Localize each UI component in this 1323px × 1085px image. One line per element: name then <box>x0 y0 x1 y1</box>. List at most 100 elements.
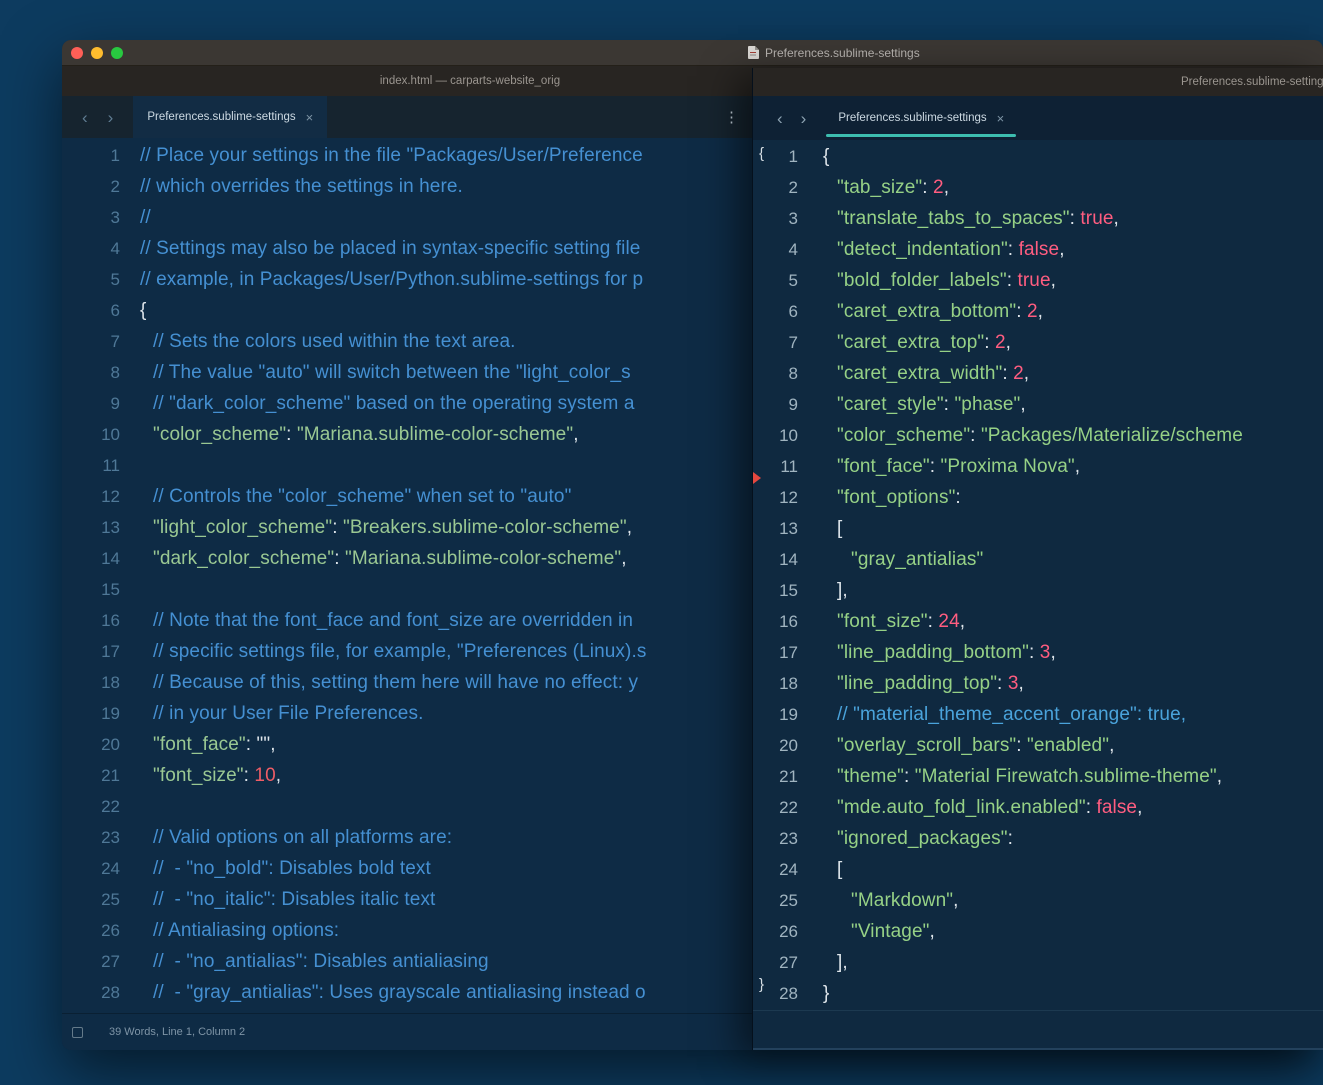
code-line[interactable]: 8"caret_extra_width": 2, <box>753 358 1323 389</box>
code-text: "color_scheme": "Mariana.sublime-color-s… <box>120 424 579 446</box>
line-number: 14 <box>753 550 798 570</box>
tab-close-icon[interactable]: × <box>997 111 1005 126</box>
code-line[interactable]: 5"bold_folder_labels": true, <box>753 265 1323 296</box>
code-line[interactable]: 23"ignored_packages": <box>753 823 1323 854</box>
code-line[interactable]: 24[ <box>753 854 1323 885</box>
line-number: 8 <box>62 363 120 383</box>
code-line[interactable]: 18"line_padding_top": 3, <box>753 668 1323 699</box>
code-text: "caret_extra_width": 2, <box>798 363 1029 385</box>
status-indicator-icon[interactable] <box>72 1027 83 1038</box>
code-text: "overlay_scroll_bars": "enabled", <box>798 735 1114 757</box>
line-number: 26 <box>62 921 120 941</box>
code-line[interactable]: 9"caret_style": "phase", <box>753 389 1323 420</box>
line-number: 22 <box>753 798 798 818</box>
nav-forward-button[interactable]: › <box>108 109 114 126</box>
titlebar[interactable]: Preferences.sublime-settings <box>62 40 1323 66</box>
right-editor-lines: 1{2"tab_size": 2,3"translate_tabs_to_spa… <box>753 141 1323 1009</box>
code-line[interactable]: 21"theme": "Material Firewatch.sublime-t… <box>753 761 1323 792</box>
code-text: } <box>798 983 829 1005</box>
line-number: 13 <box>753 519 798 539</box>
line-number: 19 <box>62 704 120 724</box>
minimize-button[interactable] <box>91 47 103 59</box>
code-line[interactable]: 26"Vintage", <box>753 916 1323 947</box>
line-number: 17 <box>62 642 120 662</box>
code-text: "caret_extra_bottom": 2, <box>798 301 1043 323</box>
code-text: // which overrides the settings in here. <box>120 176 463 198</box>
line-number: 13 <box>62 518 120 538</box>
code-text: "bold_folder_labels": true, <box>798 270 1056 292</box>
code-line[interactable]: 14"gray_antialias" <box>753 544 1323 575</box>
code-line[interactable]: 22"mde.auto_fold_link.enabled": false, <box>753 792 1323 823</box>
code-text: // in your User File Preferences. <box>120 703 423 725</box>
code-text: // example, in Packages/User/Python.subl… <box>120 269 643 291</box>
nav-forward-button[interactable]: › <box>801 110 807 127</box>
line-number: 26 <box>753 922 798 942</box>
nav-back-button[interactable]: ‹ <box>777 110 783 127</box>
code-text: "line_padding_top": 3, <box>798 673 1024 695</box>
line-number: 7 <box>62 332 120 352</box>
status-text: 39 Words, Line 1, Column 2 <box>109 1026 245 1038</box>
code-text: "translate_tabs_to_spaces": true, <box>798 208 1119 230</box>
zoom-button[interactable] <box>111 47 123 59</box>
line-number: 15 <box>62 580 120 600</box>
tab-preferences-user[interactable]: Preferences.sublime-settings × <box>824 96 1018 140</box>
line-number: 3 <box>753 209 798 229</box>
code-line[interactable]: 27], <box>753 947 1323 978</box>
line-number: 23 <box>753 829 798 849</box>
line-number: 1 <box>62 146 120 166</box>
tab-preferences-default[interactable]: Preferences.sublime-settings × <box>133 96 327 138</box>
code-line[interactable]: 1{ <box>753 141 1323 172</box>
line-number: 5 <box>62 270 120 290</box>
line-number: 16 <box>753 612 798 632</box>
code-text: "font_face": "Proxima Nova", <box>798 456 1080 478</box>
nav-back-button[interactable]: ‹ <box>82 109 88 126</box>
code-text: // <box>120 207 151 229</box>
code-line[interactable]: 12"font_options": <box>753 482 1323 513</box>
code-line[interactable]: 13[ <box>753 513 1323 544</box>
line-number: 9 <box>62 394 120 414</box>
line-number: 17 <box>753 643 798 663</box>
code-text: "ignored_packages": <box>798 828 1013 850</box>
close-button[interactable] <box>71 47 83 59</box>
code-line[interactable]: 17"line_padding_bottom": 3, <box>753 637 1323 668</box>
line-number: 28 <box>62 983 120 1003</box>
window-title: Preferences.sublime-settings <box>765 46 920 60</box>
code-text: ], <box>798 580 848 602</box>
line-number: 25 <box>62 890 120 910</box>
line-number: 8 <box>753 364 798 384</box>
code-text: "mde.auto_fold_link.enabled": false, <box>798 797 1142 819</box>
code-line[interactable]: 7"caret_extra_top": 2, <box>753 327 1323 358</box>
code-line[interactable]: 2"tab_size": 2, <box>753 172 1323 203</box>
code-text: // Note that the font_face and font_size… <box>120 610 633 632</box>
code-text: // - "no_bold": Disables bold text <box>120 858 431 880</box>
right-editor[interactable]: { } 1{2"tab_size": 2,3"translate_tabs_to… <box>753 140 1323 1010</box>
code-text: "gray_antialias" <box>798 549 983 571</box>
line-number: 25 <box>753 891 798 911</box>
code-line[interactable]: 3"translate_tabs_to_spaces": true, <box>753 203 1323 234</box>
code-line[interactable]: 6"caret_extra_bottom": 2, <box>753 296 1323 327</box>
code-text: [ <box>798 518 842 540</box>
code-text: { <box>120 300 146 322</box>
code-line[interactable]: 15], <box>753 575 1323 606</box>
line-number: 6 <box>753 302 798 322</box>
overflow-menu-button[interactable]: ⋮ <box>724 108 739 126</box>
front-titlebar[interactable]: Preferences.sublime-settings <box>753 68 1323 96</box>
code-line[interactable]: 28} <box>753 978 1323 1009</box>
line-number: 5 <box>753 271 798 291</box>
code-line[interactable]: 25"Markdown", <box>753 885 1323 916</box>
tab-label: Preferences.sublime-settings <box>147 111 295 123</box>
code-line[interactable]: 19// "material_theme_accent_orange": tru… <box>753 699 1323 730</box>
code-line[interactable]: 11"font_face": "Proxima Nova", <box>753 451 1323 482</box>
code-line[interactable]: 10"color_scheme": "Packages/Materialize/… <box>753 420 1323 451</box>
code-line[interactable]: 16"font_size": 24, <box>753 606 1323 637</box>
line-number: 12 <box>753 488 798 508</box>
bracket-fold-marker-open: { <box>759 145 764 162</box>
line-number: 18 <box>62 673 120 693</box>
code-line[interactable]: 20"overlay_scroll_bars": "enabled", <box>753 730 1323 761</box>
tab-close-icon[interactable]: × <box>306 110 314 125</box>
code-line[interactable]: 4"detect_indentation": false, <box>753 234 1323 265</box>
line-number: 15 <box>753 581 798 601</box>
code-text: "Markdown", <box>798 890 959 912</box>
right-tab-bar: ‹ › Preferences.sublime-settings × <box>753 96 1323 140</box>
line-number: 10 <box>62 425 120 445</box>
